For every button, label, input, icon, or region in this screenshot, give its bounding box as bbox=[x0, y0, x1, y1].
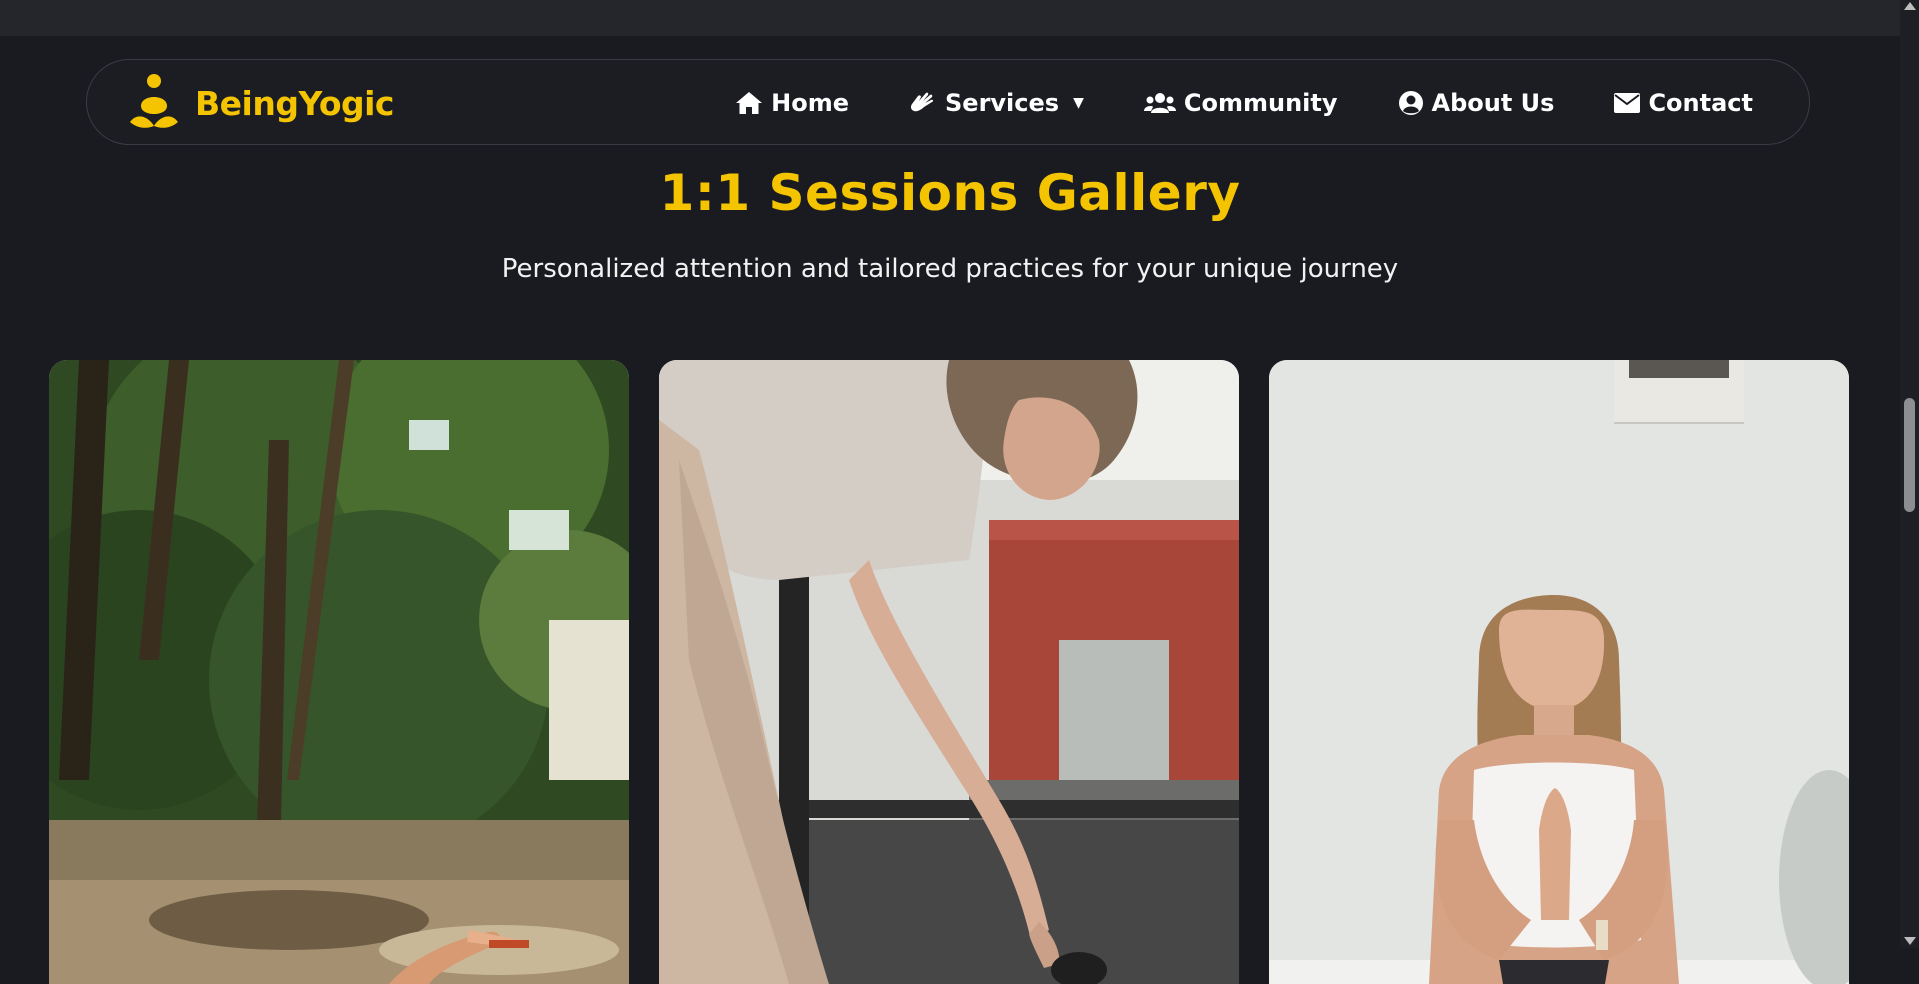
hand-sign-icon bbox=[909, 90, 937, 116]
section-subtitle: Personalized attention and tailored prac… bbox=[501, 254, 1399, 284]
nav-item-contact[interactable]: Contact bbox=[1614, 89, 1753, 117]
nav-item-about-us[interactable]: About Us bbox=[1398, 89, 1555, 117]
gallery-photo-meditation[interactable] bbox=[1269, 360, 1849, 984]
page: BeingYogic Home Services ▼ Community Abo… bbox=[0, 36, 1900, 984]
nav-item-contact-label: Contact bbox=[1648, 89, 1753, 117]
nav-item-services[interactable]: Services ▼ bbox=[909, 89, 1084, 117]
nav-item-community[interactable]: Community bbox=[1143, 89, 1338, 117]
nav-item-about-us-label: About Us bbox=[1431, 89, 1555, 117]
envelope-icon bbox=[1614, 93, 1641, 113]
user-circle-icon bbox=[1398, 90, 1424, 116]
page-scrollbar[interactable] bbox=[1900, 0, 1919, 948]
gallery-photo-outdoor-yoga[interactable] bbox=[49, 360, 629, 984]
scroll-up-arrow-icon[interactable] bbox=[1904, 2, 1916, 10]
gallery-photo-forward-bend[interactable] bbox=[659, 360, 1239, 984]
section-title: 1:1 Sessions Gallery bbox=[659, 164, 1241, 222]
nav-item-community-label: Community bbox=[1183, 89, 1338, 117]
nav-item-services-label: Services bbox=[945, 89, 1060, 117]
browser-top-strip bbox=[0, 0, 1919, 36]
home-icon bbox=[735, 91, 763, 115]
brand-name: BeingYogic bbox=[195, 83, 395, 123]
chevron-down-icon: ▼ bbox=[1073, 95, 1084, 111]
nav-links: Home Services ▼ Community About Us Conta… bbox=[735, 60, 1753, 146]
scroll-thumb[interactable] bbox=[1904, 398, 1915, 512]
meditating-person-icon bbox=[127, 70, 181, 136]
nav-item-home[interactable]: Home bbox=[735, 89, 849, 117]
nav-item-home-label: Home bbox=[771, 89, 850, 117]
navbar: BeingYogic Home Services ▼ Community Abo… bbox=[86, 59, 1810, 145]
scroll-down-arrow-icon[interactable] bbox=[1904, 937, 1916, 945]
brand-logo-link[interactable]: BeingYogic bbox=[127, 70, 395, 136]
users-icon bbox=[1143, 91, 1176, 115]
